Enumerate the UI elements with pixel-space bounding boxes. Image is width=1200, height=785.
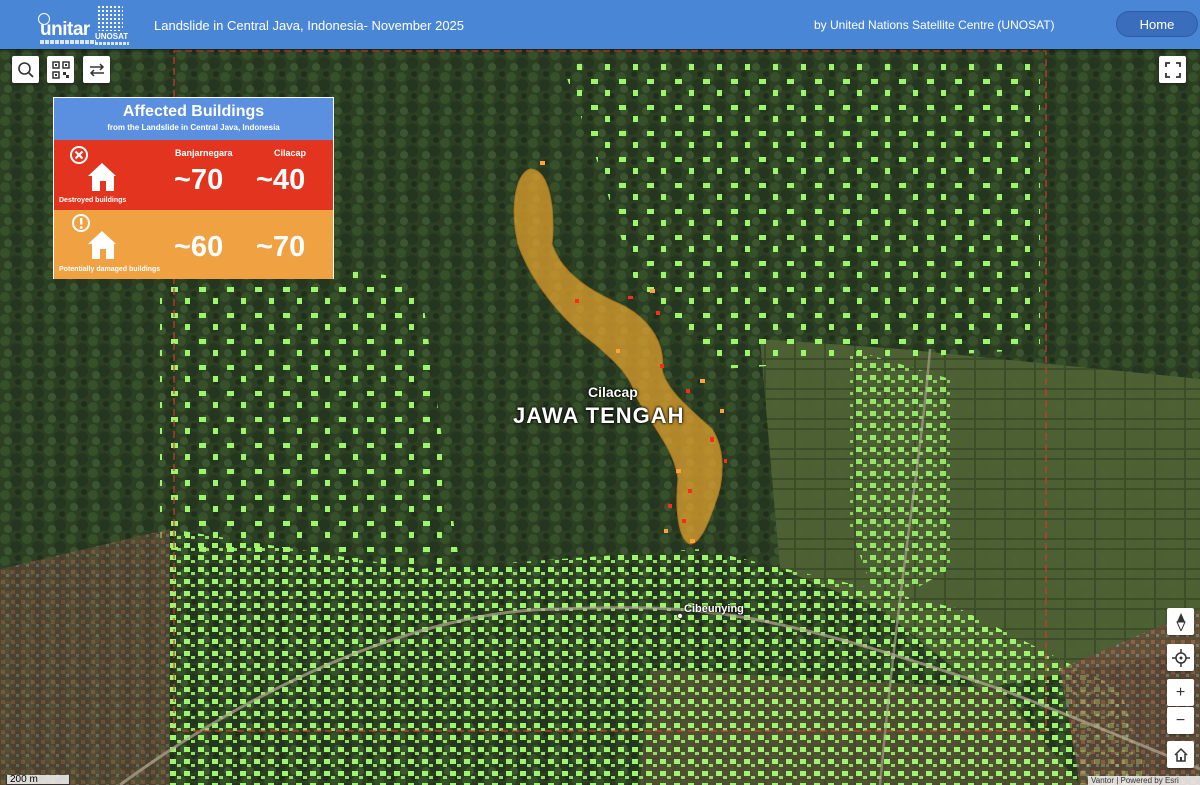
search-button[interactable] (12, 56, 39, 83)
credit-text: by United Nations Satellite Centre (UNOS… (814, 18, 1055, 32)
zoom-in-button[interactable]: + (1167, 679, 1194, 706)
qr-code-button[interactable] (47, 56, 74, 83)
locate-icon (1171, 648, 1190, 667)
qr-code-icon (51, 60, 70, 79)
village-label: Cibeunying (684, 603, 744, 615)
damaged-banjarnegara-value: ~60 (174, 231, 224, 263)
house-destroyed-icon (70, 146, 116, 191)
unosat-emblem-icon (97, 5, 123, 31)
affected-buildings-panel: Affected Buildings from the Landslide in… (53, 97, 334, 279)
panel-subtitle: from the Landslide in Central Java, Indo… (107, 123, 280, 132)
attribution-text: Vantor | Powered by Esri (1088, 776, 1200, 785)
locate-button[interactable] (1167, 644, 1194, 671)
damaged-label: Potentially damaged buildings (59, 266, 161, 273)
home-icon (1173, 747, 1188, 762)
home-button[interactable]: Home (1116, 11, 1198, 37)
unitar-logo: unitar (38, 13, 96, 44)
house-warning-icon (72, 214, 116, 259)
unosat-logo: UNOSAT (95, 5, 135, 47)
swap-arrows-icon (89, 62, 104, 77)
swipe-tool-button[interactable] (83, 56, 110, 83)
unosat-logo-text: UNOSAT (95, 32, 129, 41)
region-label: JAWA TENGAH (513, 403, 685, 428)
fullscreen-button[interactable] (1159, 56, 1186, 83)
destroyed-banjarnegara-value: ~70 (174, 164, 224, 196)
column-header-banjarnegara: Banjarnegara (175, 148, 233, 158)
app-header: unitar UNOSAT Landslide in Central Java,… (0, 0, 1200, 49)
column-header-cilacap: Cilacap (274, 148, 307, 158)
place-label-cilacap: Cilacap (588, 384, 638, 400)
panel-header: Affected Buildings from the Landslide in… (54, 98, 333, 140)
default-extent-button[interactable] (1167, 741, 1194, 768)
zoom-out-button[interactable]: − (1167, 707, 1194, 734)
fullscreen-icon (1164, 61, 1181, 78)
page-title: Landslide in Central Java, Indonesia- No… (154, 18, 465, 33)
scale-bar: 200 m (6, 775, 70, 785)
destroyed-label: Destroyed buildings (59, 197, 127, 204)
unitar-logo-text: unitar (40, 19, 90, 40)
compass-icon (1175, 612, 1186, 631)
destroyed-row: Banjarnegara Cilacap ~70 ~40 Destroyed b… (54, 140, 333, 210)
panel-title: Affected Buildings (122, 103, 265, 120)
damaged-row: ~60 ~70 Potentially damaged buildings (54, 210, 333, 279)
destroyed-cilacap-value: ~40 (256, 164, 306, 196)
compass-button[interactable] (1167, 608, 1194, 635)
damaged-cilacap-value: ~70 (256, 231, 306, 263)
search-icon (17, 61, 34, 78)
